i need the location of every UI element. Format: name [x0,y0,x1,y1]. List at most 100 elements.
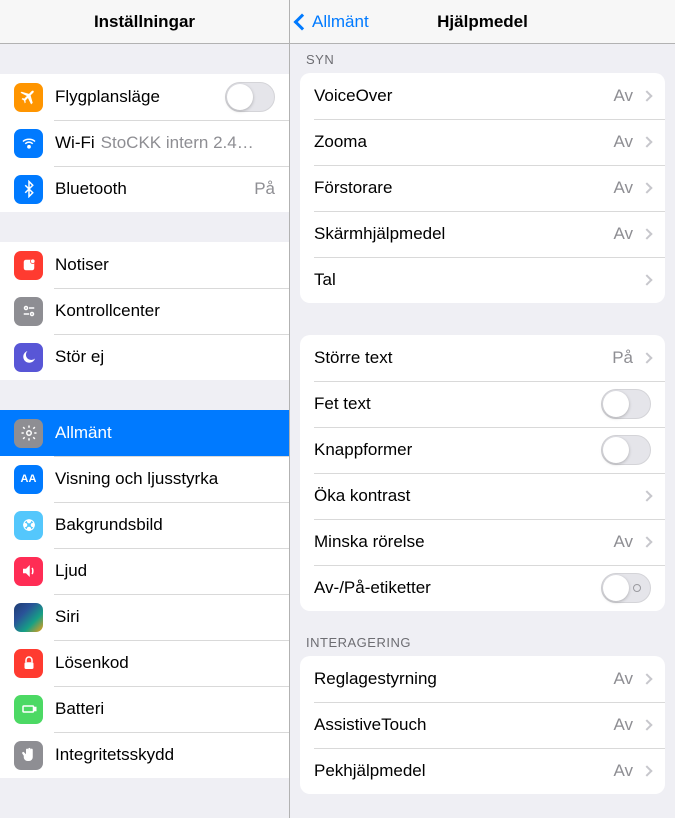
sidebar-label: Allmänt [55,423,275,443]
row-label: Förstorare [314,178,605,198]
row-label: Minska rörelse [314,532,605,552]
row-label: Större text [314,348,604,368]
detail-group-visual: Större text På Fet text Knappformer Öka … [300,335,665,611]
row-bold-text[interactable]: Fet text [300,381,665,427]
sidebar-label: Stör ej [55,347,275,367]
row-switch-control[interactable]: Reglagestyrning Av [300,656,665,702]
row-zoom[interactable]: Zooma Av [300,119,665,165]
spacer [0,212,289,242]
sidebar-item-notifications[interactable]: Notiser [0,242,289,288]
section-header-syn: SYN [290,44,675,73]
sidebar-item-controlcenter[interactable]: Kontrollcenter [0,288,289,334]
detail-title: Hjälpmedel [437,12,528,32]
sidebar-item-siri[interactable]: Siri [0,594,289,640]
sidebar-label: Visning och ljusstyrka [55,469,275,489]
spacer [290,303,675,335]
master-group-connectivity: Flygplansläge Wi-Fi StoCKK intern 2.4… B… [0,74,289,212]
chevron-right-icon [641,536,652,547]
sidebar-label: Ljud [55,561,275,581]
hand-icon [14,741,43,770]
sidebar-label: Batteri [55,699,275,719]
row-value: Av [613,715,633,735]
row-label: Pekhjälpmedel [314,761,605,781]
row-label: Zooma [314,132,605,152]
battery-icon [14,695,43,724]
airplane-switch[interactable] [225,82,275,112]
bold-text-switch[interactable] [601,389,651,419]
row-label: Tal [314,270,633,290]
sidebar-label: Integritetsskydd [55,745,275,765]
detail-group-interaction: Reglagestyrning Av AssistiveTouch Av Pek… [300,656,665,794]
sidebar-label: Wi-Fi [55,133,95,153]
section-header-interaction: INTERAGERING [290,611,675,656]
notifications-icon [14,251,43,280]
row-onoff-labels[interactable]: Av-/På-etiketter [300,565,665,611]
airplane-icon [14,83,43,112]
bluetooth-icon [14,175,43,204]
sidebar-item-passcode[interactable]: Lösenkod [0,640,289,686]
row-magnifier[interactable]: Förstorare Av [300,165,665,211]
row-value: Av [613,132,633,152]
chevron-left-icon [294,13,311,30]
row-value: Av [613,224,633,244]
speaker-icon [14,557,43,586]
wifi-detail: StoCKK intern 2.4… [101,133,275,153]
detail-group-syn: VoiceOver Av Zooma Av Förstorare Av Skär… [300,73,665,303]
master-navbar: Inställningar [0,0,289,44]
gear-icon [14,419,43,448]
row-value: På [612,348,633,368]
controlcenter-icon [14,297,43,326]
master-scroll[interactable]: Flygplansläge Wi-Fi StoCKK intern 2.4… B… [0,44,289,818]
sidebar-item-privacy[interactable]: Integritetsskydd [0,732,289,778]
siri-icon [14,603,43,632]
sidebar-item-battery[interactable]: Batteri [0,686,289,732]
button-shapes-switch[interactable] [601,435,651,465]
moon-icon [14,343,43,372]
onoff-labels-switch[interactable] [601,573,651,603]
row-touch-acc[interactable]: Pekhjälpmedel Av [300,748,665,794]
back-button[interactable]: Allmänt [296,12,369,32]
master-group-general: Allmänt AA Visning och ljusstyrka Bakgru… [0,410,289,778]
row-larger-text[interactable]: Större text På [300,335,665,381]
row-speech[interactable]: Tal [300,257,665,303]
sidebar-item-display[interactable]: AA Visning och ljusstyrka [0,456,289,502]
row-button-shapes[interactable]: Knappformer [300,427,665,473]
chevron-right-icon [641,228,652,239]
row-value: Av [613,178,633,198]
spacer [0,380,289,410]
chevron-right-icon [641,352,652,363]
row-increase-contrast[interactable]: Öka kontrast [300,473,665,519]
sidebar-label: Bakgrundsbild [55,515,275,535]
row-value: Av [613,761,633,781]
back-label: Allmänt [312,12,369,32]
row-label: VoiceOver [314,86,605,106]
master-group-notifications: Notiser Kontrollcenter Stör ej [0,242,289,380]
sidebar-item-general[interactable]: Allmänt [0,410,289,456]
chevron-right-icon [641,673,652,684]
display-icon: AA [14,465,43,494]
detail-navbar: Allmänt Hjälpmedel [290,0,675,44]
split-view: Inställningar Flygplansläge Wi-Fi [0,0,675,818]
sidebar-item-sound[interactable]: Ljud [0,548,289,594]
sidebar-item-dnd[interactable]: Stör ej [0,334,289,380]
chevron-right-icon [641,274,652,285]
sidebar-item-wifi[interactable]: Wi-Fi StoCKK intern 2.4… [0,120,289,166]
row-assistivetouch[interactable]: AssistiveTouch Av [300,702,665,748]
sidebar-item-bluetooth[interactable]: Bluetooth På [0,166,289,212]
row-voiceover[interactable]: VoiceOver Av [300,73,665,119]
chevron-right-icon [641,182,652,193]
master-title: Inställningar [94,12,195,32]
bluetooth-value: På [254,179,275,199]
detail-scroll[interactable]: SYN VoiceOver Av Zooma Av Förstorare Av [290,44,675,818]
sidebar-label: Bluetooth [55,179,246,199]
sidebar-item-airplane[interactable]: Flygplansläge [0,74,289,120]
sidebar-label: Lösenkod [55,653,275,673]
row-reduce-motion[interactable]: Minska rörelse Av [300,519,665,565]
row-label: Fet text [314,394,601,414]
row-display-acc[interactable]: Skärmhjälpmedel Av [300,211,665,257]
sidebar-label: Notiser [55,255,275,275]
row-label: Reglagestyrning [314,669,605,689]
chevron-right-icon [641,719,652,730]
sidebar-label: Kontrollcenter [55,301,275,321]
sidebar-item-wallpaper[interactable]: Bakgrundsbild [0,502,289,548]
